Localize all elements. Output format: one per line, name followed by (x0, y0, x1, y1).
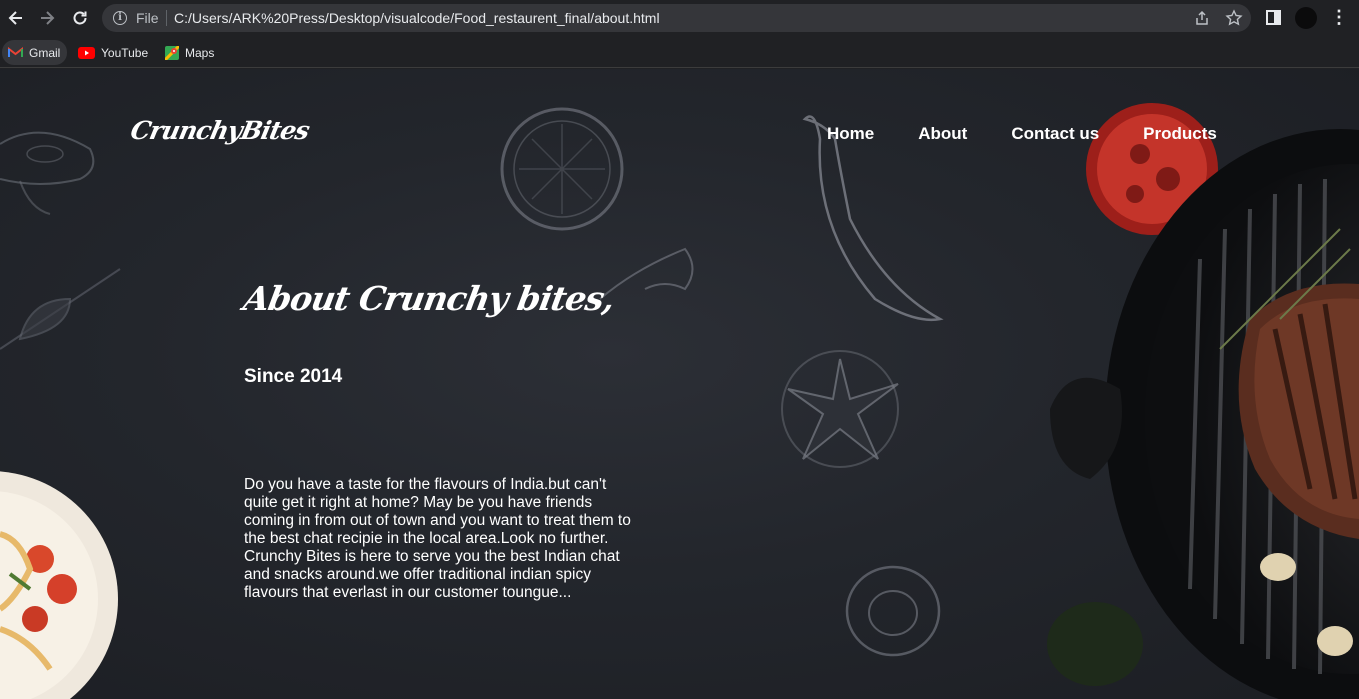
info-icon[interactable]: i (113, 11, 127, 25)
nav-contact-us[interactable]: Contact us (1011, 124, 1099, 144)
file-label: File (136, 10, 159, 26)
address-bar[interactable]: i File C:/Users/ARK%20Press/Desktop/visu… (102, 4, 1251, 32)
grill-pan-steak-image (1047, 129, 1359, 699)
star-icon[interactable] (1225, 9, 1243, 27)
menu-icon[interactable]: ⋮ (1330, 8, 1348, 28)
reload-icon[interactable] (70, 8, 90, 28)
gmail-icon (8, 47, 23, 58)
bookmark-youtube[interactable]: YouTube (72, 40, 155, 65)
maps-icon (165, 45, 179, 60)
bookmark-gmail[interactable]: Gmail (2, 40, 68, 65)
bookmark-label: YouTube (101, 45, 149, 60)
side-panel-icon[interactable] (1266, 10, 1281, 25)
main-nav: Home About Contact us Products (827, 124, 1217, 144)
profile-icon[interactable] (1295, 7, 1317, 29)
browser-toolbar: i File C:/Users/ARK%20Press/Desktop/visu… (0, 0, 1359, 36)
omnibox-divider (166, 10, 167, 26)
since-subheading: Since 2014 (244, 366, 343, 387)
back-icon[interactable] (6, 8, 26, 28)
nav-about[interactable]: About (918, 124, 967, 144)
site-logo[interactable]: CrunchyBites (128, 116, 312, 145)
nav-home[interactable]: Home (827, 124, 874, 144)
bookmarks-bar: Gmail YouTube Maps (0, 36, 1359, 68)
about-paragraph: Do you have a taste for the flavours of … (244, 476, 631, 601)
youtube-icon (78, 46, 95, 59)
bookmark-label: Gmail (29, 45, 61, 60)
bookmark-label: Maps (185, 45, 215, 60)
share-icon[interactable] (1193, 9, 1211, 27)
star-anise-sketch-icon (781, 350, 899, 468)
leaf-sketch-icon (0, 268, 121, 350)
mushroom-sketch-icon (0, 131, 95, 215)
url-text[interactable]: C:/Users/ARK%20Press/Desktop/visualcode/… (174, 10, 660, 26)
about-heading: About Crunchy bites, (240, 279, 618, 318)
tomato-slice-sketch-icon (500, 107, 624, 231)
about-page: CrunchyBites Home About Contact us Produ… (0, 69, 1359, 699)
onion-ring-sketch-icon (845, 565, 941, 657)
forward-icon[interactable] (37, 8, 57, 28)
pasta-plate-image (0, 471, 118, 699)
bookmark-maps[interactable]: Maps (159, 40, 221, 65)
nav-products[interactable]: Products (1143, 124, 1217, 144)
